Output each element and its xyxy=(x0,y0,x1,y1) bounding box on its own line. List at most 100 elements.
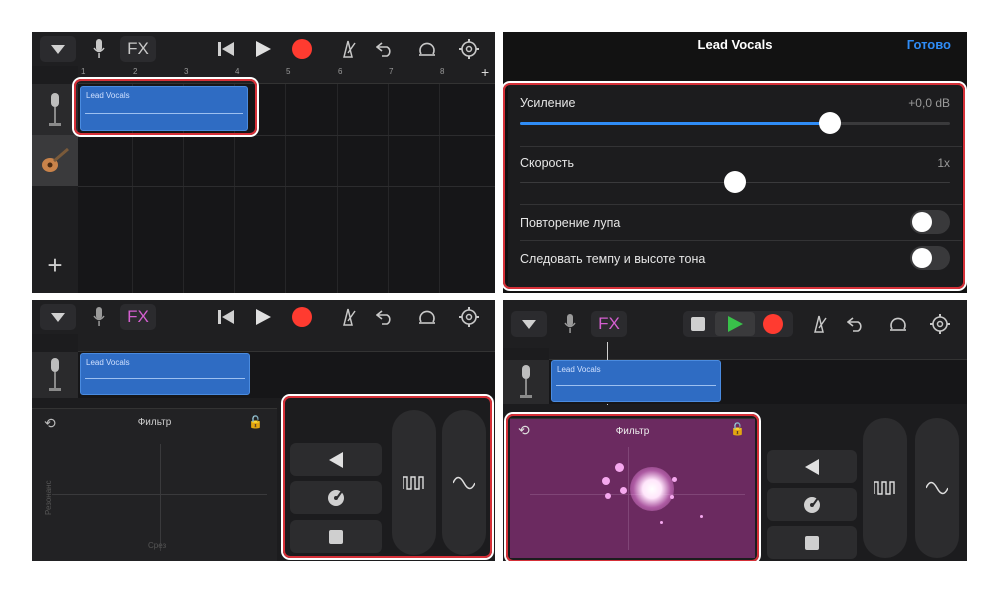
square-wave-icon xyxy=(403,475,424,490)
filter-touch-glow xyxy=(630,467,674,511)
tracks-area[interactable]: Lead Vocals xyxy=(549,360,967,404)
add-section-button[interactable]: + xyxy=(481,64,489,80)
filter-pad[interactable]: ⟲ Фильтр 🔓 Срез Резонанс xyxy=(32,408,277,561)
browser-dropdown-icon[interactable] xyxy=(517,313,541,335)
metronome-icon[interactable] xyxy=(337,38,359,60)
track-header-vocals[interactable] xyxy=(32,352,78,398)
scratch-turntable-button[interactable] xyxy=(290,481,382,514)
gain-label: Усиление xyxy=(520,96,576,110)
fx-button[interactable]: FX xyxy=(122,306,154,328)
speed-slider-knob[interactable] xyxy=(724,171,746,193)
toolbar: FX xyxy=(32,32,495,66)
track-header-guitar[interactable] xyxy=(32,135,78,186)
undo-icon[interactable] xyxy=(374,38,396,60)
timeline-ruler[interactable] xyxy=(549,342,967,405)
record-button[interactable] xyxy=(290,38,314,60)
gain-value: +0,0 dB xyxy=(908,96,950,110)
tracks-view-panel: FX 1 2 3 4 5 6 7 8 + + Lead Vocals xyxy=(32,32,495,293)
toolbar: FX xyxy=(32,300,495,334)
microphone-icon[interactable] xyxy=(559,313,581,335)
ruler-number: 1 xyxy=(81,67,86,76)
region-label: Lead Vocals xyxy=(557,365,601,374)
browser-dropdown-icon[interactable] xyxy=(46,38,70,60)
play-icon[interactable] xyxy=(252,38,274,60)
settings-gear-icon[interactable] xyxy=(458,38,480,60)
audio-region[interactable]: Lead Vocals xyxy=(80,86,248,131)
stop-button[interactable] xyxy=(290,520,382,553)
microphone-icon xyxy=(49,358,61,391)
axis-x-label: Срез xyxy=(148,541,167,550)
gate-repeater-button[interactable] xyxy=(392,410,436,555)
tracks-area[interactable]: Lead Vocals xyxy=(78,352,495,398)
gain-slider-fill xyxy=(520,122,830,125)
filter-title: Фильтр xyxy=(615,426,650,437)
audio-region[interactable]: Lead Vocals xyxy=(551,360,721,402)
wobble-button[interactable] xyxy=(915,418,959,558)
microphone-icon xyxy=(520,365,532,398)
settings-list: Усиление +0,0 dB Скорость 1x Повторение … xyxy=(508,85,962,289)
audio-region[interactable]: Lead Vocals xyxy=(80,353,250,395)
track-header-vocals[interactable] xyxy=(32,84,78,135)
filter-title: Фильтр xyxy=(137,417,172,428)
ruler-number: 4 xyxy=(235,67,240,76)
settings-title: Lead Vocals xyxy=(697,37,773,52)
microphone-icon[interactable] xyxy=(88,306,110,328)
tracks-area[interactable]: Lead Vocals xyxy=(78,84,495,293)
track-header-vocals[interactable] xyxy=(503,360,549,404)
loop-icon[interactable] xyxy=(887,313,909,335)
fx-button[interactable]: FX xyxy=(122,38,154,60)
stop-button[interactable] xyxy=(767,526,857,559)
square-wave-icon xyxy=(874,481,895,495)
ruler-number: 2 xyxy=(133,67,138,76)
scratch-turntable-button[interactable] xyxy=(767,488,857,521)
region-settings-panel: Lead Vocals Готово Усиление +0,0 dB Скор… xyxy=(503,32,967,293)
guitar-icon xyxy=(42,147,69,172)
ruler-number: 8 xyxy=(440,67,445,76)
loop-label: Повторение лупа xyxy=(520,216,621,230)
timeline-ruler[interactable] xyxy=(78,334,495,352)
rewind-icon[interactable] xyxy=(215,38,237,60)
wobble-button[interactable] xyxy=(442,410,486,555)
rewind-icon[interactable] xyxy=(215,306,237,328)
add-track-button[interactable]: + xyxy=(32,186,78,293)
speed-label: Скорость xyxy=(520,156,574,170)
settings-gear-icon[interactable] xyxy=(929,313,951,335)
loop-icon[interactable] xyxy=(416,306,438,328)
record-button[interactable] xyxy=(290,306,314,328)
lock-icon[interactable]: 🔓 xyxy=(248,415,263,429)
play-icon[interactable] xyxy=(252,306,274,328)
filter-pad[interactable]: ⟲ Фильтр 🔓 xyxy=(510,418,755,558)
metronome-icon[interactable] xyxy=(808,313,830,335)
browser-dropdown-icon[interactable] xyxy=(46,306,70,328)
gate-repeater-button[interactable] xyxy=(863,418,907,558)
reverse-button[interactable] xyxy=(290,443,382,476)
region-label: Lead Vocals xyxy=(86,358,130,367)
ruler-number: 5 xyxy=(286,67,291,76)
record-button[interactable] xyxy=(761,313,785,335)
loop-icon[interactable] xyxy=(416,38,438,60)
ruler-number: 7 xyxy=(389,67,394,76)
speed-slider[interactable] xyxy=(520,171,950,193)
play-icon[interactable] xyxy=(715,312,755,336)
fx-button[interactable]: FX xyxy=(593,313,625,335)
sine-wave-icon xyxy=(453,476,475,489)
follow-tempo-toggle[interactable] xyxy=(910,246,950,270)
axis-y-label: Резонанс xyxy=(44,480,53,515)
region-label: Lead Vocals xyxy=(86,91,130,100)
loop-toggle[interactable] xyxy=(910,210,950,234)
undo-icon[interactable] xyxy=(374,306,396,328)
sine-wave-icon xyxy=(926,481,948,495)
filter-active-panel: FX Lead Vocals ⟲ Фильтр 🔓 xyxy=(503,300,967,561)
timeline-ruler[interactable]: 1 2 3 4 5 6 7 8 + xyxy=(78,64,495,84)
undo-icon[interactable] xyxy=(845,313,867,335)
done-button[interactable]: Готово xyxy=(907,37,951,52)
gain-slider-knob[interactable] xyxy=(818,112,841,134)
microphone-icon[interactable] xyxy=(88,38,110,60)
stop-icon[interactable] xyxy=(687,313,709,335)
speed-value: 1x xyxy=(937,156,950,170)
reverse-button[interactable] xyxy=(767,450,857,483)
settings-gear-icon[interactable] xyxy=(458,306,480,328)
lock-icon[interactable]: 🔓 xyxy=(730,422,745,436)
gain-slider[interactable] xyxy=(520,112,950,134)
metronome-icon[interactable] xyxy=(337,306,359,328)
